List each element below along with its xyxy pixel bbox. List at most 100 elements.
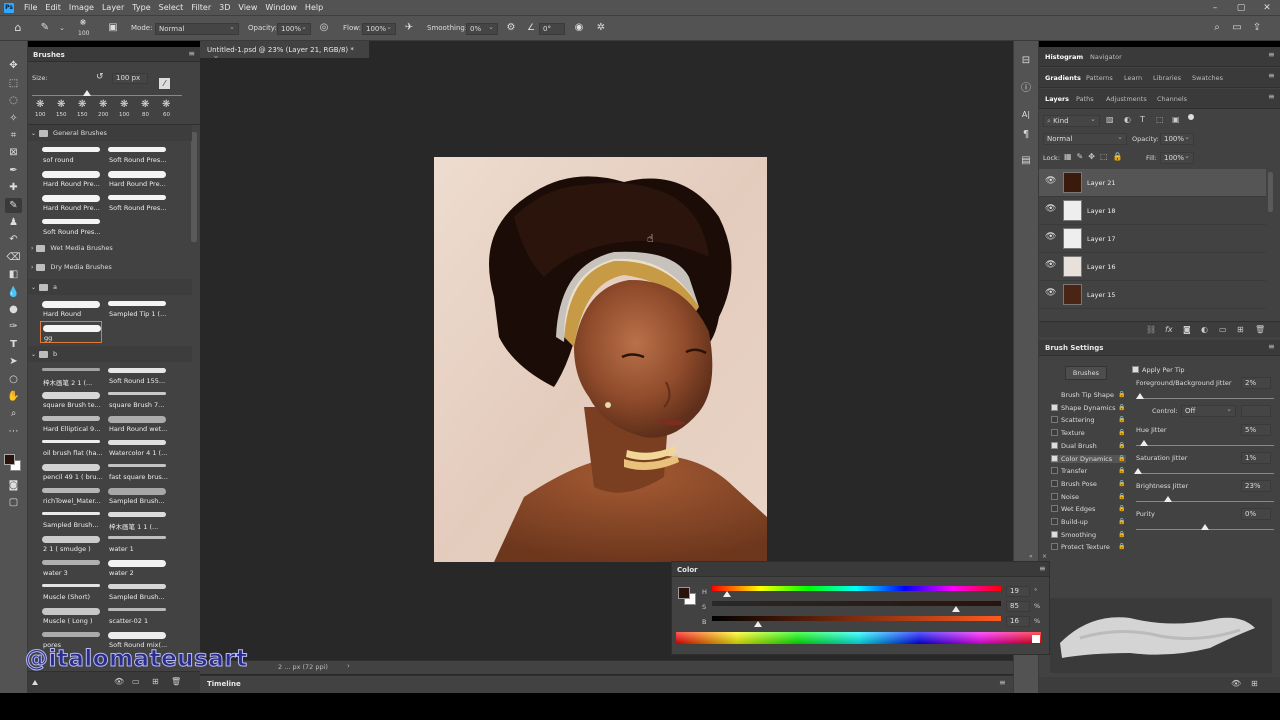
hue-field[interactable]: 19 [1006, 586, 1030, 597]
panel-menu-icon[interactable]: ≡ [188, 49, 195, 58]
purity-handle[interactable] [1201, 524, 1209, 530]
document-tab[interactable]: Untitled-1.psd @ 23% (Layer 21, RGB/8) *… [200, 41, 370, 62]
tab-patterns[interactable]: Patterns [1086, 74, 1113, 82]
brush-setting-dual-brush[interactable]: Dual Brush [1051, 441, 1097, 450]
brush-preset[interactable]: Soft Round 155... [106, 365, 168, 387]
saturation-slider-handle[interactable] [952, 606, 960, 612]
shape-tool-icon[interactable]: ○ [5, 372, 22, 387]
saturation-jitter-slider[interactable] [1136, 473, 1274, 474]
eyedropper-tool-icon[interactable]: ✒ [5, 163, 22, 178]
canvas-artwork[interactable]: ☝ [434, 157, 767, 562]
minimize-button[interactable]: – [1202, 0, 1228, 15]
hue-slider-handle[interactable] [723, 591, 731, 597]
brush-settings-icon[interactable]: ⊟ [1019, 55, 1033, 67]
new-brush-footer-icon[interactable]: ⊞ [152, 677, 159, 686]
menu-edit[interactable]: Edit [41, 3, 65, 12]
brushes-tab[interactable]: Brushes [33, 51, 65, 59]
workspace-icon[interactable]: ▭ [1230, 22, 1244, 34]
brush-preset[interactable]: Soft Round Pres... [40, 216, 102, 238]
brush-setting-brush-tip-shape[interactable]: Brush Tip Shape [1061, 391, 1114, 399]
menu-select[interactable]: Select [155, 3, 188, 12]
paragraph-icon[interactable]: ¶ [1019, 129, 1033, 141]
saturation-jitter-field[interactable]: 1% [1241, 452, 1271, 464]
hue-jitter-slider[interactable] [1136, 445, 1274, 446]
brush-preset[interactable]: Sampled Brush... [106, 581, 168, 603]
brushes-button[interactable]: Brushes [1065, 366, 1107, 380]
brush-preset[interactable]: Hard Round wet... [106, 413, 168, 435]
path-select-tool-icon[interactable]: ➤ [5, 354, 22, 369]
brush-preset-icon[interactable]: ❋ [76, 18, 90, 28]
brush-preset[interactable]: Hard Round Pre... [106, 168, 168, 190]
tab-swatches[interactable]: Swatches [1192, 74, 1223, 82]
brush-preset[interactable]: Sampled Tip 1 (... [106, 298, 168, 320]
lasso-tool-icon[interactable]: ◌ [5, 93, 22, 108]
crop-tool-icon[interactable]: ⌗ [5, 128, 22, 143]
new-group-icon[interactable]: ▭ [1219, 325, 1227, 334]
move-tool-icon[interactable]: ✥ [5, 58, 22, 73]
preset-tip[interactable]: ❋ 150 [74, 99, 94, 121]
brush-tool-icon[interactable]: ✎ [5, 198, 22, 213]
eye-icon[interactable]: 👁 [1045, 288, 1056, 298]
search-icon[interactable]: ⌕ [1210, 22, 1224, 34]
brightness-jitter-handle[interactable] [1164, 496, 1172, 502]
lock-icon[interactable]: 🔒 [1118, 531, 1125, 538]
brush-preset[interactable]: Hard Round [40, 298, 102, 320]
preset-tip[interactable]: ❋ 200 [95, 99, 115, 121]
brush-group-general[interactable]: ⌄ General Brushes [28, 125, 192, 141]
brush-preset[interactable]: scatter-02 1 [106, 605, 168, 627]
history-brush-tool-icon[interactable]: ↶ [5, 232, 22, 247]
preset-tip[interactable]: ❋ 100 [116, 99, 136, 121]
size-field[interactable]: 100 px [112, 73, 148, 84]
collapse-panel-icon[interactable]: « [1029, 553, 1033, 560]
eye-icon[interactable]: 👁 [1045, 260, 1056, 270]
pen-tool-icon[interactable]: ✑ [5, 319, 22, 334]
panel-menu-icon[interactable]: ≡ [1039, 564, 1046, 573]
healing-tool-icon[interactable]: ✚ [5, 180, 22, 195]
layer-row[interactable]: 👁 Layer 17 [1039, 225, 1266, 253]
layer-row[interactable]: 👁 Layer 18 [1039, 197, 1266, 225]
quick-select-tool-icon[interactable]: ✧ [5, 111, 22, 126]
eye-icon[interactable]: 👁 [1045, 176, 1056, 186]
screen-mode-icon[interactable]: ▢ [5, 495, 22, 510]
marquee-tool-icon[interactable]: ⬚ [5, 76, 22, 91]
preset-tip[interactable]: ❋ 100 [32, 99, 52, 121]
tab-histogram[interactable]: Histogram [1045, 53, 1083, 61]
brush-preset[interactable]: water 3 [40, 557, 102, 579]
lock-icon[interactable]: 🔒 [1118, 442, 1125, 449]
new-layer-icon[interactable]: ⊞ [1237, 325, 1244, 334]
filter-type-icon[interactable]: T [1140, 115, 1145, 124]
layers-scrollbar[interactable] [1268, 172, 1273, 212]
layer-row[interactable]: 👁 Layer 16 [1039, 253, 1266, 281]
checkbox[interactable] [1051, 479, 1058, 487]
brush-preset[interactable]: Soft Round Pres... [106, 192, 168, 214]
dodge-tool-icon[interactable]: ● [5, 302, 22, 317]
brush-setting-color-dynamics[interactable]: Color Dynamics [1051, 454, 1127, 463]
brush-group-dry-media[interactable]: › Dry Media Brushes [28, 259, 192, 275]
gear-icon[interactable]: ⚙ [504, 22, 518, 34]
brush-preset[interactable]: sof round [40, 144, 102, 166]
brush-setting-noise[interactable]: Noise [1051, 492, 1079, 501]
trash-icon[interactable]: 🗑 [1255, 325, 1265, 334]
brush-preset[interactable]: Sampled Brush... [40, 509, 102, 531]
flow-field[interactable]: 100% [362, 22, 396, 35]
filter-toggle-icon[interactable] [1188, 114, 1194, 120]
lock-icon[interactable]: 🔒 [1118, 505, 1125, 512]
brightness-slider-handle[interactable] [754, 621, 762, 627]
control-extra-field[interactable] [1241, 405, 1271, 417]
size-slider-handle[interactable] [83, 90, 91, 96]
close-panel-icon[interactable]: × [1042, 553, 1047, 560]
tab-gradients[interactable]: Gradients [1045, 74, 1081, 82]
menu-layer[interactable]: Layer [98, 3, 128, 12]
lock-icon[interactable]: 🔒 [1118, 480, 1125, 487]
tab-channels[interactable]: Channels [1157, 95, 1187, 103]
menu-help[interactable]: Help [301, 3, 327, 12]
opacity-field[interactable]: 100% [277, 22, 311, 35]
brush-preset[interactable]: square Brush 7... [106, 389, 168, 411]
brush-setting-smoothing[interactable]: Smoothing [1051, 530, 1096, 539]
chevron-right-icon[interactable]: › [347, 662, 350, 670]
purity-field[interactable]: 0% [1241, 508, 1271, 520]
reset-size-icon[interactable]: ↺ [96, 72, 104, 82]
timeline-tab[interactable]: Timeline [207, 680, 241, 688]
close-window-button[interactable]: ✕ [1254, 0, 1280, 15]
maximize-button[interactable]: ▢ [1228, 0, 1254, 15]
